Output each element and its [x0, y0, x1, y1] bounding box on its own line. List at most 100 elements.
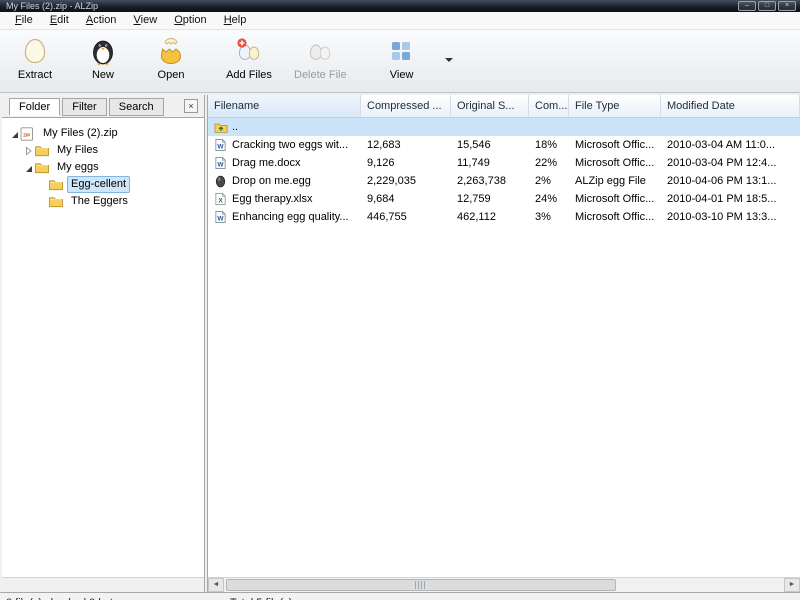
filename-text: Drop on me.egg [232, 175, 311, 187]
add-files-eggs-icon [234, 36, 264, 66]
tree-item-my-eggs[interactable]: My eggs [2, 159, 204, 176]
menubar: File Edit Action View Option Help [0, 12, 800, 30]
svg-text:W: W [217, 144, 224, 151]
tree-item-the-eggers[interactable]: The Eggers [2, 193, 204, 210]
column-header-ratio[interactable]: Com... [529, 95, 569, 117]
filename-text: Drag me.docx [232, 157, 301, 169]
view-dropdown-button[interactable] [441, 34, 457, 84]
column-header-filename[interactable]: Filename [208, 95, 361, 117]
zip-archive-icon: ZIP [20, 126, 36, 141]
expander-expanded-icon[interactable] [8, 129, 20, 139]
egg-archive-icon [214, 174, 228, 188]
scroll-right-button[interactable]: ► [784, 578, 800, 592]
menu-file[interactable]: File [8, 12, 40, 29]
expander-collapsed-icon[interactable] [22, 145, 34, 156]
expander-expanded-icon[interactable] [22, 163, 34, 173]
column-header-filetype[interactable]: File Type [569, 95, 661, 117]
scrollbar-thumb[interactable] [226, 579, 616, 591]
menu-option[interactable]: Option [167, 12, 213, 29]
tree-label: My Files [57, 144, 98, 156]
titlebar: My Files (2).zip - ALZip – □ × [0, 0, 800, 12]
tree-label: My Files (2).zip [43, 127, 118, 139]
file-row[interactable]: X Egg therapy.xlsx 9,684 12,759 24% Micr… [208, 190, 800, 208]
window-title: My Files (2).zip - ALZip [6, 1, 99, 11]
scroll-left-button[interactable]: ◄ [208, 578, 224, 592]
tree-item-archive-root[interactable]: ZIP My Files (2).zip [2, 125, 204, 142]
view-label: View [389, 69, 414, 81]
add-files-label: Add Files [226, 69, 272, 81]
window-controls: – □ × [738, 1, 796, 11]
extract-label: Extract [17, 69, 53, 81]
scrollbar-grip-icon [415, 581, 427, 589]
maximize-button[interactable]: □ [758, 1, 776, 11]
excel-document-icon: X [214, 192, 228, 206]
panel-close-button[interactable]: × [184, 99, 198, 113]
tab-search[interactable]: Search [108, 98, 164, 116]
delete-file-label: Delete File [294, 69, 347, 81]
filetype-cell: Microsoft Offic... [575, 211, 655, 223]
menu-action[interactable]: Action [79, 12, 124, 29]
statusbar: 0 file(s) checked 0 byte Total 5 file(s) [0, 592, 800, 600]
column-header-modified[interactable]: Modified Date [661, 95, 800, 117]
filename-cell: W Cracking two eggs wit... [208, 138, 361, 152]
view-button[interactable]: View [373, 34, 431, 81]
modified-cell: 2010-03-10 PM 13:3... [667, 211, 777, 223]
close-button[interactable]: × [778, 1, 796, 11]
filename-text: .. [232, 121, 239, 133]
horizontal-scrollbar: ◄ ► [208, 577, 800, 592]
folder-icon [48, 178, 64, 192]
column-header-original[interactable]: Original S... [451, 95, 529, 117]
file-rows: .. W Cracking two eggs wit... 12,683 15,… [208, 118, 800, 577]
status-total-files: Total 5 file(s) [230, 596, 292, 600]
file-row[interactable]: Drop on me.egg 2,229,035 2,263,738 2% AL… [208, 172, 800, 190]
folder-icon [34, 144, 50, 158]
extract-egg-icon [20, 36, 50, 66]
menu-edit[interactable]: Edit [43, 12, 76, 29]
add-files-button[interactable]: Add Files [220, 34, 278, 81]
folder-tree: ZIP My Files (2).zip My Files My eggs Eg… [2, 117, 204, 577]
file-row[interactable]: W Enhancing egg quality... 446,755 462,1… [208, 208, 800, 226]
panel-tabs: Folder Filter Search × [2, 95, 204, 117]
filename-cell: Drop on me.egg [208, 174, 361, 188]
filename-cell: .. [208, 120, 361, 134]
tree-label: Egg-cellent [67, 176, 131, 193]
minimize-button[interactable]: – [738, 1, 756, 11]
tree-item-egg-cellent[interactable]: Egg-cellent [2, 176, 204, 193]
modified-cell: 2010-03-04 PM 12:4... [667, 157, 777, 169]
open-button[interactable]: Open [142, 34, 200, 81]
column-headers: Filename Compressed ... Original S... Co… [208, 95, 800, 118]
filename-text: Egg therapy.xlsx [232, 193, 313, 205]
new-button[interactable]: New [74, 34, 132, 81]
filename-text: Enhancing egg quality... [232, 211, 349, 223]
folder-icon [48, 195, 64, 209]
tree-label: My eggs [57, 161, 99, 173]
filetype-cell: Microsoft Offic... [575, 157, 655, 169]
view-grid-icon [387, 36, 417, 66]
file-row[interactable]: W Drag me.docx 9,126 11,749 22% Microsof… [208, 154, 800, 172]
ratio-cell: 18% [535, 139, 558, 151]
tree-label: The Eggers [71, 195, 128, 207]
ratio-cell: 2% [535, 175, 551, 187]
column-header-compressed[interactable]: Compressed ... [361, 95, 451, 117]
menu-view[interactable]: View [127, 12, 165, 29]
original-cell: 15,546 [457, 139, 491, 151]
alzip-window: My Files (2).zip - ALZip – □ × File Edit… [0, 0, 800, 600]
tab-filter[interactable]: Filter [62, 98, 107, 116]
file-row[interactable]: W Cracking two eggs wit... 12,683 15,546… [208, 136, 800, 154]
ratio-cell: 22% [535, 157, 558, 169]
scrollbar-track[interactable] [224, 578, 784, 592]
svg-text:X: X [218, 198, 223, 205]
tab-folder[interactable]: Folder [9, 98, 61, 116]
file-row-parent-dir[interactable]: .. [208, 118, 800, 136]
tree-item-my-files[interactable]: My Files [2, 142, 204, 159]
compressed-cell: 12,683 [367, 139, 401, 151]
svg-text:W: W [217, 162, 224, 169]
folder-up-icon [214, 120, 228, 134]
menu-help[interactable]: Help [217, 12, 254, 29]
compressed-cell: 2,229,035 [367, 175, 416, 187]
compressed-cell: 446,755 [367, 211, 407, 223]
extract-button[interactable]: Extract [6, 34, 64, 81]
file-list: Filename Compressed ... Original S... Co… [207, 95, 800, 592]
penguin-icon [88, 36, 118, 66]
delete-file-eggs-icon [305, 36, 335, 66]
